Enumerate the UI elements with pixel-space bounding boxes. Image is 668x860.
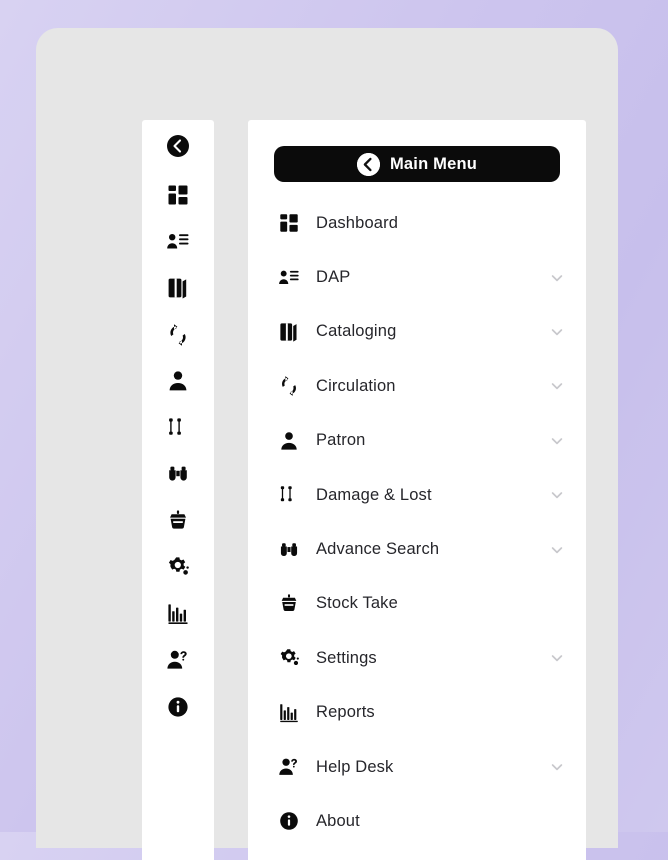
- dashboard-grid-icon: [166, 183, 190, 207]
- chevron-down-icon[interactable]: [550, 325, 564, 339]
- rail-item-about[interactable]: [142, 684, 214, 731]
- about-info-icon: [277, 809, 301, 833]
- rail-item-settings[interactable]: [142, 544, 214, 591]
- rail-item-patron[interactable]: [142, 358, 214, 405]
- menu-item-label: Help Desk: [316, 757, 394, 776]
- main-menu-panel: Main Menu Dashboard DAP Cataloging Circulat…: [248, 120, 586, 860]
- menu-item-dap[interactable]: DAP: [248, 250, 586, 304]
- menu-item-label: Patron: [316, 431, 366, 450]
- menu-item-label: Advance Search: [316, 540, 440, 559]
- rail-item-cataloging[interactable]: [142, 265, 214, 312]
- menu-item-label: Stock Take: [316, 594, 398, 613]
- rail-item-help-desk[interactable]: [142, 637, 214, 684]
- rail-item-advance-search[interactable]: [142, 451, 214, 498]
- menu-item-damage-lost[interactable]: Damage & Lost: [248, 468, 586, 522]
- rail-item-dap[interactable]: [142, 219, 214, 266]
- circulation-arrows-icon: [277, 374, 301, 398]
- damage-lost-icon: [277, 483, 301, 507]
- damage-lost-icon: [166, 416, 190, 440]
- rail-item-circulation[interactable]: [142, 312, 214, 359]
- about-info-icon: [166, 695, 190, 719]
- dap-user-list-icon: [277, 266, 301, 290]
- menu-item-label: Reports: [316, 703, 375, 722]
- circulation-arrows-icon: [166, 323, 190, 347]
- rail-item-dashboard[interactable]: [142, 172, 214, 219]
- chevron-left-circle-icon: [166, 134, 190, 158]
- chevron-down-icon[interactable]: [550, 271, 564, 285]
- icon-rail-sidebar: [142, 120, 214, 860]
- chevron-left-circle-icon[interactable]: [356, 152, 380, 176]
- cataloging-book-icon: [166, 276, 190, 300]
- main-menu-list: Dashboard DAP Cataloging Circulation Patron D…: [248, 196, 586, 849]
- main-menu-title: Main Menu: [389, 154, 478, 173]
- rail-collapse-button[interactable]: [142, 120, 214, 172]
- menu-item-stock-take[interactable]: Stock Take: [248, 577, 586, 631]
- chevron-down-icon[interactable]: [550, 543, 564, 557]
- cataloging-book-icon: [277, 320, 301, 344]
- chevron-down-icon[interactable]: [550, 379, 564, 393]
- menu-item-label: DAP: [316, 268, 351, 287]
- app-card: Main Menu Dashboard DAP Cataloging Circulat…: [36, 28, 618, 860]
- settings-gear-icon: [277, 646, 301, 670]
- menu-item-label: Cataloging: [316, 322, 397, 341]
- stock-take-icon: [277, 592, 301, 616]
- menu-item-cataloging[interactable]: Cataloging: [248, 305, 586, 359]
- menu-item-label: Damage & Lost: [316, 485, 432, 504]
- patron-user-icon: [166, 369, 190, 393]
- rail-item-damage-lost[interactable]: [142, 405, 214, 452]
- menu-item-patron[interactable]: Patron: [248, 414, 586, 468]
- help-desk-user-icon: [166, 648, 190, 672]
- stock-take-icon: [166, 509, 190, 533]
- chevron-down-icon[interactable]: [550, 488, 564, 502]
- menu-item-label: Settings: [316, 648, 377, 667]
- reports-chart-icon: [166, 602, 190, 626]
- menu-item-label: Circulation: [316, 376, 396, 395]
- advance-search-binoculars-icon: [277, 538, 301, 562]
- menu-item-advance-search[interactable]: Advance Search: [248, 522, 586, 576]
- main-menu-header-button[interactable]: Main Menu: [274, 146, 560, 182]
- settings-gear-icon: [166, 555, 190, 579]
- menu-item-about[interactable]: About: [248, 794, 586, 848]
- advance-search-binoculars-icon: [166, 462, 190, 486]
- menu-item-settings[interactable]: Settings: [248, 631, 586, 685]
- rail-item-reports[interactable]: [142, 591, 214, 638]
- patron-user-icon: [277, 429, 301, 453]
- menu-item-dashboard[interactable]: Dashboard: [248, 196, 586, 250]
- dap-user-list-icon: [166, 230, 190, 254]
- menu-item-help-desk[interactable]: Help Desk: [248, 740, 586, 794]
- chevron-down-icon[interactable]: [550, 651, 564, 665]
- menu-item-circulation[interactable]: Circulation: [248, 359, 586, 413]
- reports-chart-icon: [277, 701, 301, 725]
- menu-item-reports[interactable]: Reports: [248, 686, 586, 740]
- dashboard-grid-icon: [277, 211, 301, 235]
- menu-item-label: Dashboard: [316, 213, 399, 232]
- rail-item-stock-take[interactable]: [142, 498, 214, 545]
- chevron-down-icon[interactable]: [550, 760, 564, 774]
- help-desk-user-icon: [277, 755, 301, 779]
- menu-item-label: About: [316, 811, 360, 830]
- chevron-down-icon[interactable]: [550, 434, 564, 448]
